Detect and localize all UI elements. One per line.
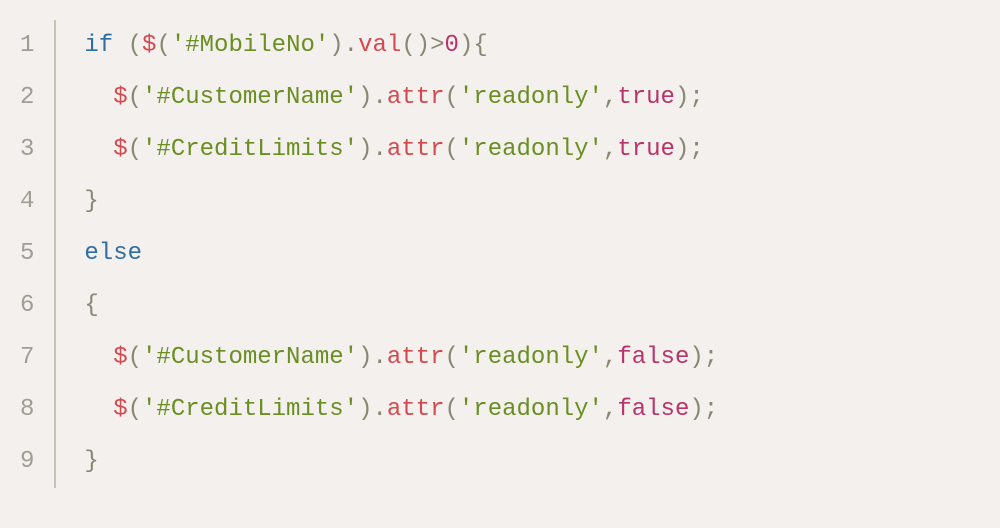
code-token: (	[445, 392, 459, 428]
code-token: $	[113, 132, 127, 168]
line-number: 1	[20, 20, 34, 72]
code-token: (	[128, 28, 142, 64]
code-token	[84, 340, 113, 376]
code-token: '#MobileNo'	[171, 28, 329, 64]
code-token: (	[445, 132, 459, 168]
code-content: if ($('#MobileNo').val()>0){ $('#Custome…	[56, 20, 718, 488]
code-token: ,	[603, 132, 617, 168]
code-token: 'readonly'	[459, 340, 603, 376]
code-token	[84, 132, 113, 168]
code-line: }	[84, 176, 718, 228]
code-token: 'readonly'	[459, 132, 603, 168]
code-token: 0	[445, 28, 459, 64]
code-line: $('#CreditLimits').attr('readonly',true)…	[84, 124, 718, 176]
code-token: val	[358, 28, 401, 64]
code-token: $	[142, 28, 156, 64]
line-number-gutter: 123456789	[10, 20, 56, 488]
code-token: ,	[603, 392, 617, 428]
code-token: ).	[358, 80, 387, 116]
code-token	[113, 28, 127, 64]
code-token: '#CustomerName'	[142, 80, 358, 116]
line-number: 7	[20, 332, 34, 384]
code-line: $('#CreditLimits').attr('readonly',false…	[84, 384, 718, 436]
line-number: 5	[20, 228, 34, 280]
code-token: );	[675, 80, 704, 116]
code-token: ).	[329, 28, 358, 64]
code-line: }	[84, 436, 718, 488]
code-token: $	[113, 392, 127, 428]
code-token: ).	[358, 340, 387, 376]
code-token: attr	[387, 392, 445, 428]
code-token: '#CreditLimits'	[142, 132, 358, 168]
code-token: {	[84, 288, 98, 324]
code-token: false	[617, 392, 689, 428]
code-token: ).	[358, 132, 387, 168]
code-token: 'readonly'	[459, 392, 603, 428]
line-number: 4	[20, 176, 34, 228]
code-line: $('#CustomerName').attr('readonly',true)…	[84, 72, 718, 124]
code-token: false	[617, 340, 689, 376]
code-token: attr	[387, 340, 445, 376]
code-token: else	[84, 236, 142, 272]
code-token: (	[128, 132, 142, 168]
code-token: (	[156, 28, 170, 64]
code-token	[84, 392, 113, 428]
line-number: 6	[20, 280, 34, 332]
code-line: else	[84, 228, 718, 280]
code-token: $	[113, 340, 127, 376]
code-token: $	[113, 80, 127, 116]
code-token: }	[84, 444, 98, 480]
code-token: '#CreditLimits'	[142, 392, 358, 428]
code-line: {	[84, 280, 718, 332]
code-token: (	[128, 392, 142, 428]
code-token: }	[84, 184, 98, 220]
code-token: true	[617, 80, 675, 116]
code-token: );	[689, 340, 718, 376]
code-token: attr	[387, 80, 445, 116]
code-token: '#CustomerName'	[142, 340, 358, 376]
code-token: ()>	[401, 28, 444, 64]
code-token: attr	[387, 132, 445, 168]
line-number: 3	[20, 124, 34, 176]
code-token: ,	[603, 80, 617, 116]
code-token: (	[445, 80, 459, 116]
code-token: (	[445, 340, 459, 376]
code-token: (	[128, 80, 142, 116]
code-token: );	[675, 132, 704, 168]
code-token: (	[128, 340, 142, 376]
code-token: );	[689, 392, 718, 428]
code-token: ).	[358, 392, 387, 428]
line-number: 8	[20, 384, 34, 436]
line-number: 9	[20, 436, 34, 488]
code-line: if ($('#MobileNo').val()>0){	[84, 20, 718, 72]
code-token	[84, 80, 113, 116]
code-block: 123456789 if ($('#MobileNo').val()>0){ $…	[0, 0, 1000, 528]
code-token: true	[617, 132, 675, 168]
code-token: 'readonly'	[459, 80, 603, 116]
code-token: ){	[459, 28, 488, 64]
code-token: if	[84, 28, 113, 64]
code-token: ,	[603, 340, 617, 376]
code-line: $('#CustomerName').attr('readonly',false…	[84, 332, 718, 384]
line-number: 2	[20, 72, 34, 124]
